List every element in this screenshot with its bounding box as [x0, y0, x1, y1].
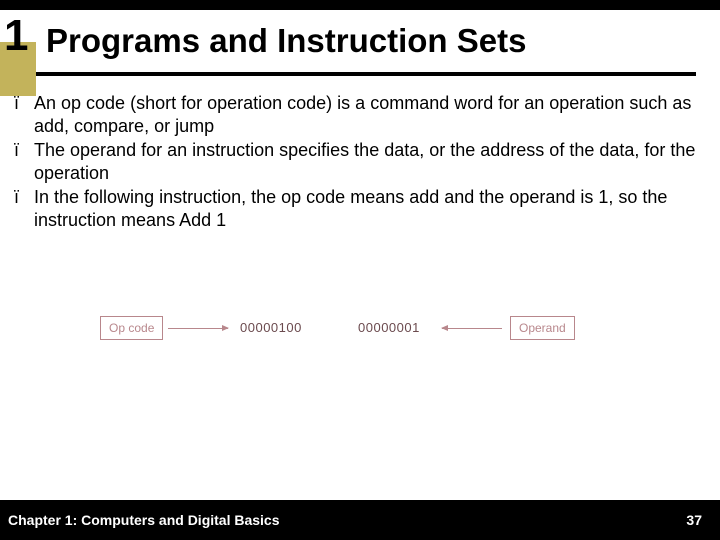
- bullet-marker-icon: ï: [14, 139, 34, 184]
- bullet-item: ï An op code (short for operation code) …: [14, 92, 706, 137]
- operand-label-box: Operand: [510, 316, 575, 340]
- body-text: ï An op code (short for operation code) …: [14, 92, 706, 233]
- instruction-diagram: Op code 00000100 00000001 Operand: [100, 302, 620, 362]
- slide-title: Programs and Instruction Sets: [46, 22, 526, 60]
- bullet-item: ï In the following instruction, the op c…: [14, 186, 706, 231]
- footer-bar: Chapter 1: Computers and Digital Basics …: [0, 500, 720, 540]
- arrow-right-icon: [168, 328, 228, 329]
- bullet-marker-icon: ï: [14, 186, 34, 231]
- top-black-bar: [0, 0, 720, 10]
- chapter-number: 1: [4, 14, 28, 58]
- opcode-value: 00000100: [240, 320, 302, 335]
- opcode-label-box: Op code: [100, 316, 163, 340]
- bullet-text: An op code (short for operation code) is…: [34, 92, 706, 137]
- title-underline: [36, 72, 696, 76]
- bullet-item: ï The operand for an instruction specifi…: [14, 139, 706, 184]
- bullet-text: In the following instruction, the op cod…: [34, 186, 706, 231]
- slide: 1 Programs and Instruction Sets ï An op …: [0, 0, 720, 540]
- bullet-marker-icon: ï: [14, 92, 34, 137]
- footer-page-number: 37: [686, 512, 702, 528]
- arrow-left-icon: [442, 328, 502, 329]
- footer-chapter-label: Chapter 1: Computers and Digital Basics: [8, 512, 280, 528]
- bullet-text: The operand for an instruction specifies…: [34, 139, 706, 184]
- operand-value: 00000001: [358, 320, 420, 335]
